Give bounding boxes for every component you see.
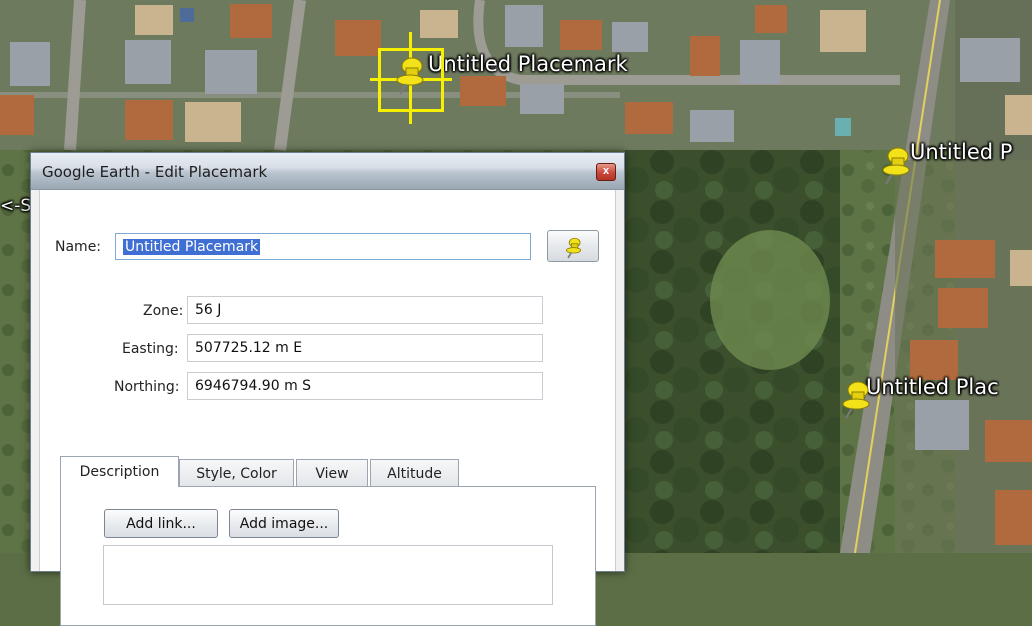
name-input-value: Untitled Placemark [123,238,261,255]
description-textarea[interactable] [103,545,553,605]
placemark-label[interactable]: Untitled P [910,140,1012,164]
easting-value: 507725.12 m E [195,340,303,356]
dialog-body: Name: Untitled Placemark Zone: 56 J East… [39,190,616,626]
placemark-label[interactable]: Untitled Placemark [428,52,628,76]
dialog-title: Google Earth - Edit Placemark [42,163,268,181]
pushpin-icon[interactable] [878,142,912,186]
tab-label: Description [79,464,160,480]
placemark-icon-button[interactable] [547,230,599,262]
pushpin-icon[interactable] [838,376,872,420]
tab-description[interactable]: Description [60,456,179,487]
close-icon: x [602,165,610,177]
tab-label: Altitude [387,465,442,482]
dialog-titlebar[interactable]: Google Earth - Edit Placemark x [31,153,624,190]
easting-field[interactable]: 507725.12 m E [187,334,543,362]
northing-value: 6946794.90 m S [195,378,312,394]
northing-field[interactable]: 6946794.90 m S [187,372,543,400]
name-input[interactable]: Untitled Placemark [115,233,531,260]
placemark-label[interactable]: Untitled Plac [866,375,999,399]
close-button[interactable]: x [596,163,616,181]
tab-style-color[interactable]: Style, Color [179,459,294,487]
add-link-button[interactable]: Add link... [104,509,218,538]
zone-field[interactable]: 56 J [187,296,543,324]
tab-label: View [315,465,349,482]
description-panel: Add link... Add image... [60,486,596,626]
add-image-label: Add image... [239,515,329,532]
edit-placemark-dialog: Google Earth - Edit Placemark x Name: Un… [30,152,625,626]
easting-label: Easting: [122,341,179,357]
map-edge-label: <-S [0,196,32,216]
tab-altitude[interactable]: Altitude [370,459,459,487]
zone-value: 56 J [195,302,222,318]
tab-label: Style, Color [196,465,277,482]
pushpin-icon[interactable] [392,52,426,96]
add-link-label: Add link... [126,515,196,532]
add-image-button[interactable]: Add image... [229,509,339,538]
pushpin-icon [566,237,582,259]
zone-label: Zone: [143,303,184,319]
tab-view[interactable]: View [296,459,368,487]
name-label: Name: [55,239,102,255]
northing-label: Northing: [114,379,180,395]
